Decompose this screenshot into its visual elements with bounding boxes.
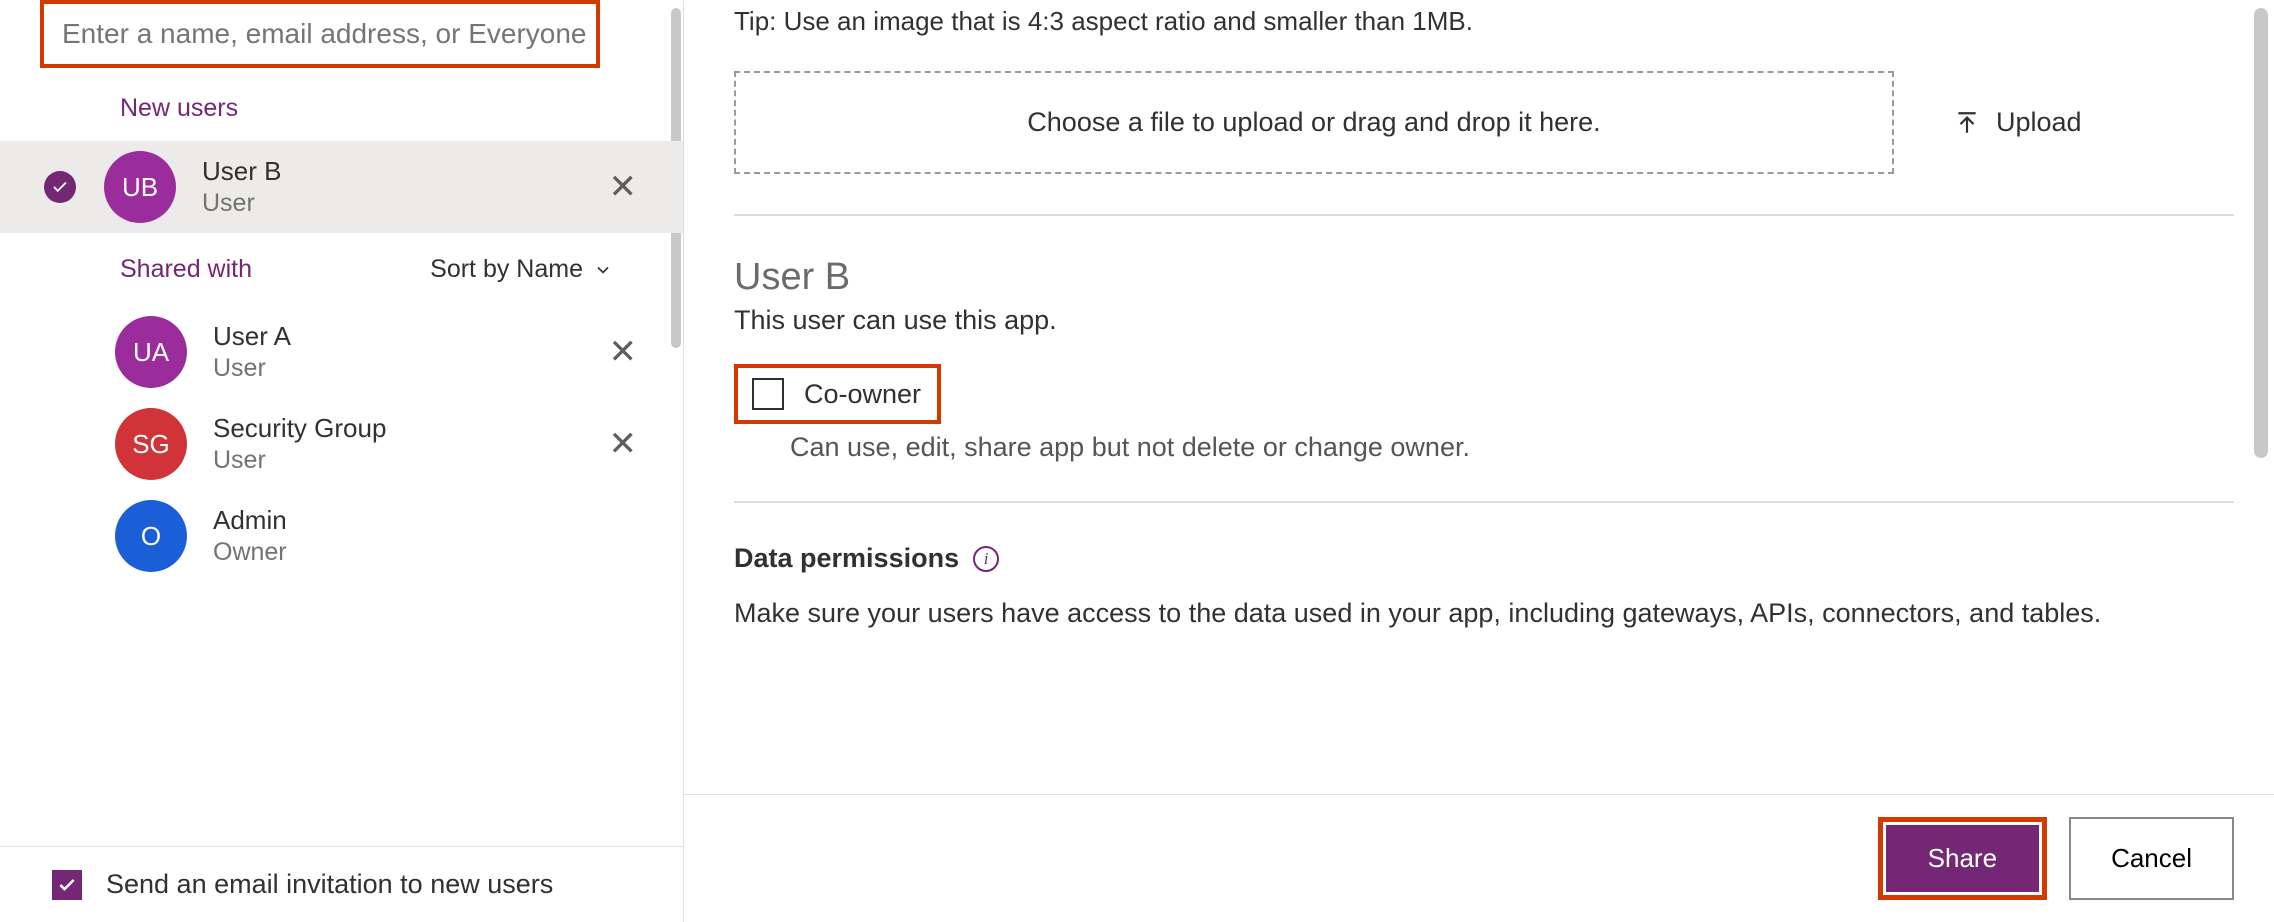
- send-email-checkbox[interactable]: [52, 870, 82, 900]
- send-email-label: Send an email invitation to new users: [106, 869, 553, 900]
- user-role: Owner: [213, 538, 655, 567]
- selected-check-icon: [44, 171, 76, 203]
- shared-user-row[interactable]: UA User A User ✕: [0, 306, 683, 398]
- left-panel: New users UB User B User ✕ Shared with S…: [0, 0, 684, 922]
- new-user-row[interactable]: UB User B User ✕: [0, 141, 683, 233]
- avatar: SG: [115, 408, 187, 480]
- user-name: User B: [202, 156, 591, 187]
- user-name: User A: [213, 321, 591, 352]
- user-name: Admin: [213, 505, 655, 536]
- coowner-checkbox[interactable]: [752, 378, 784, 410]
- shared-with-label: Shared with: [120, 255, 252, 284]
- user-role: User: [202, 189, 591, 218]
- data-permissions-label: Data permissions: [734, 543, 959, 574]
- send-email-row[interactable]: Send an email invitation to new users: [0, 846, 683, 922]
- selected-user-name: User B: [734, 256, 2234, 299]
- chevron-down-icon: [593, 260, 613, 280]
- sort-by-label: Sort by Name: [430, 255, 583, 284]
- right-panel: Tip: Use an image that is 4:3 aspect rat…: [684, 0, 2274, 922]
- avatar: UB: [104, 151, 176, 223]
- upload-label: Upload: [1996, 107, 2082, 138]
- coowner-checkbox-row[interactable]: Co-owner: [734, 364, 941, 424]
- remove-user-button[interactable]: ✕: [591, 159, 656, 215]
- info-icon[interactable]: i: [973, 546, 999, 572]
- divider: [734, 214, 2234, 216]
- shared-user-row[interactable]: SG Security Group User ✕: [0, 398, 683, 490]
- footer-buttons: Share Cancel: [684, 794, 2274, 922]
- data-permissions-desc: Make sure your users have access to the …: [734, 598, 2234, 629]
- upload-icon: [1954, 110, 1980, 136]
- user-role: User: [213, 354, 591, 383]
- upload-dropzone[interactable]: Choose a file to upload or drag and drop…: [734, 71, 1894, 174]
- new-users-label: New users: [0, 68, 683, 141]
- coowner-label: Co-owner: [804, 379, 921, 410]
- divider: [734, 501, 2234, 503]
- selected-user-desc: This user can use this app.: [734, 305, 2234, 336]
- avatar: O: [115, 500, 187, 572]
- search-input[interactable]: [40, 0, 600, 68]
- sort-by-dropdown[interactable]: Sort by Name: [430, 255, 613, 284]
- remove-user-button[interactable]: ✕: [591, 324, 656, 380]
- shared-user-row[interactable]: O Admin Owner: [0, 490, 683, 582]
- remove-user-button[interactable]: ✕: [591, 416, 656, 472]
- coowner-desc: Can use, edit, share app but not delete …: [790, 432, 2234, 463]
- tip-text: Tip: Use an image that is 4:3 aspect rat…: [734, 6, 2234, 37]
- share-button[interactable]: Share: [1886, 825, 2039, 892]
- scrollbar-right[interactable]: [2254, 8, 2268, 458]
- user-name: Security Group: [213, 413, 591, 444]
- cancel-button[interactable]: Cancel: [2069, 817, 2234, 900]
- user-role: User: [213, 446, 591, 475]
- upload-button[interactable]: Upload: [1954, 107, 2082, 138]
- avatar: UA: [115, 316, 187, 388]
